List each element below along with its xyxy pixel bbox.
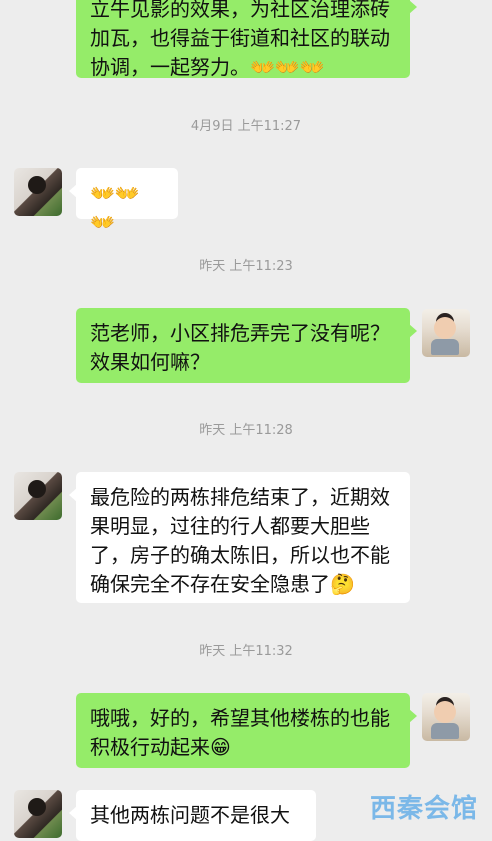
contact-avatar[interactable] <box>14 790 62 838</box>
watermark-logo: 西秦会馆 <box>369 794 478 824</box>
user-avatar[interactable] <box>422 693 470 741</box>
timestamp: 4月9日 上午11:27 <box>190 119 302 134</box>
message-bubble-sent[interactable]: 范老师，小区排危弄完了没有呢？ 效果如何嘛？ <box>76 308 417 383</box>
message-bubble-sent[interactable]: 立牛见影的效果，为社区治理添砖 加瓦，也得益于街道和社区的联动 协调，一起努力。… <box>76 0 417 79</box>
contact-avatar[interactable] <box>14 168 62 216</box>
contact-avatar[interactable] <box>14 472 62 520</box>
message-bubble-received[interactable]: 其他两栋问题不是很大 <box>69 790 316 841</box>
timestamp: 昨天 上午11:28 <box>199 423 293 438</box>
timestamp: 昨天 上午11:23 <box>199 259 293 274</box>
message-bubble-received[interactable]: 👐👐👐 <box>69 168 178 234</box>
chat-area[interactable]: 立牛见影的效果，为社区治理添砖 加瓦，也得益于街道和社区的联动 协调，一起努力。… <box>0 0 492 841</box>
timestamp: 昨天 上午11:32 <box>199 644 293 659</box>
message-bubble-sent[interactable]: 哦哦，好的，希望其他楼栋的也能 积极行动起来😁 <box>76 693 417 768</box>
message-bubble-received[interactable]: 最危险的两栋排危结束了，近期效 果明显，过往的行人都要大胆些 了，房子的确太陈旧… <box>69 472 410 603</box>
user-avatar[interactable] <box>422 309 470 357</box>
